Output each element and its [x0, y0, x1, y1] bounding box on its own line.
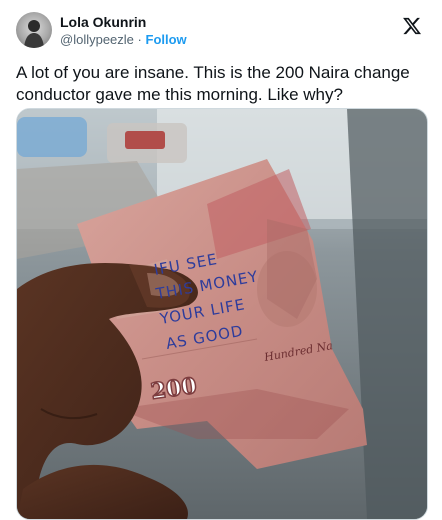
author-display-name[interactable]: Lola Okunrin: [60, 14, 187, 31]
tweet-photo[interactable]: IFU SEE THIS MONEY YOUR LIFE AS GOOD 200…: [16, 108, 428, 520]
avatar[interactable]: [16, 12, 52, 48]
handle-separator: ·: [137, 32, 142, 47]
photo-banknote-scene: IFU SEE THIS MONEY YOUR LIFE AS GOOD 200…: [17, 109, 427, 519]
follow-button[interactable]: Follow: [146, 32, 187, 47]
author-handle[interactable]: @lollypeezle: [60, 32, 134, 47]
tweet-header: Lola Okunrin @lollypeezle · Follow: [16, 10, 428, 50]
avatar-figure-icon: [24, 20, 44, 48]
x-logo-icon[interactable]: [402, 16, 422, 36]
author-names: Lola Okunrin @lollypeezle · Follow: [60, 14, 187, 48]
tweet-text: A lot of you are insane. This is the 200…: [16, 63, 410, 104]
author-handle-row: @lollypeezle · Follow: [60, 31, 187, 48]
